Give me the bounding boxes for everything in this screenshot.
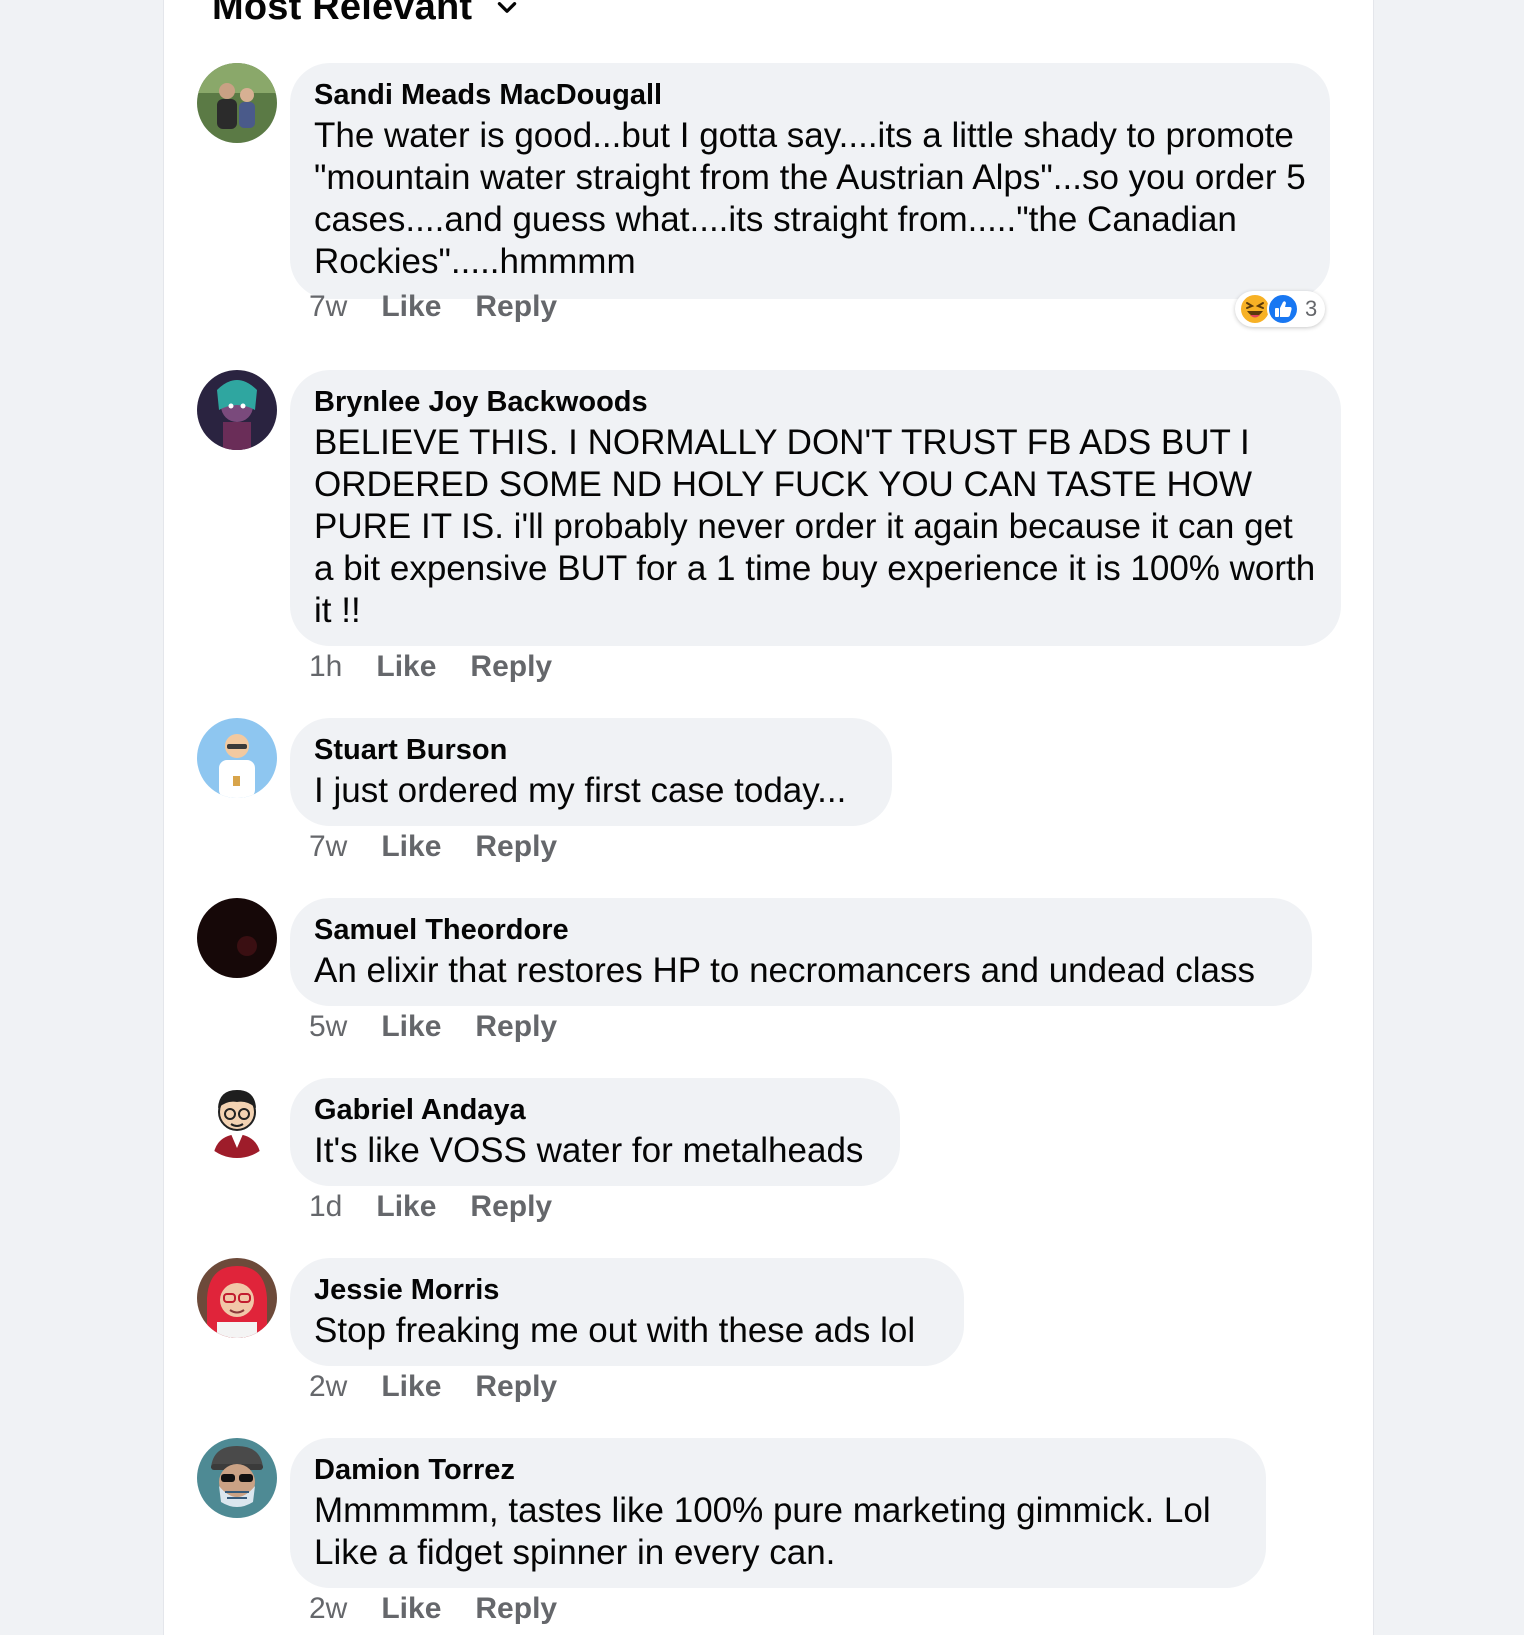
comment-actions: 7w Like Reply [309, 290, 557, 324]
comment-actions: 7w Like Reply [309, 830, 557, 864]
avatar[interactable] [197, 1258, 277, 1338]
comment-text: I just ordered my first case today... [314, 771, 847, 810]
comment-bubble: Sandi Meads MacDougall The water is good… [290, 63, 1330, 299]
comment-author[interactable]: Gabriel Andaya [314, 1092, 876, 1128]
avatar[interactable] [197, 1078, 277, 1158]
like-button[interactable]: Like [381, 290, 441, 324]
comment-bubble: Brynlee Joy Backwoods BELIEVE THIS. I NO… [290, 370, 1341, 646]
avatar[interactable] [197, 63, 277, 143]
like-button[interactable]: Like [376, 650, 436, 684]
avatar[interactable] [197, 1438, 277, 1518]
comment-timestamp[interactable]: 1h [309, 650, 342, 684]
like-thumb-icon [1267, 293, 1299, 325]
comment-bubble: Jessie Morris Stop freaking me out with … [290, 1258, 964, 1366]
sort-label: Most Relevant [212, 0, 473, 28]
comment-actions: 1d Like Reply [309, 1190, 552, 1224]
comment-text: Mmmmmm, tastes like 100% pure marketing … [314, 1491, 1211, 1572]
comment-author[interactable]: Jessie Morris [314, 1272, 940, 1308]
reply-button[interactable]: Reply [475, 1592, 557, 1626]
comment-timestamp[interactable]: 1d [309, 1190, 342, 1224]
comment-text: An elixir that restores HP to necromance… [314, 951, 1255, 990]
comment-actions: 1h Like Reply [309, 650, 552, 684]
comment-text: Stop freaking me out with these ads lol [314, 1311, 916, 1350]
reply-button[interactable]: Reply [470, 650, 552, 684]
reaction-summary[interactable]: 3 [1235, 291, 1326, 327]
reply-button[interactable]: Reply [475, 1010, 557, 1044]
comments-panel: Most Relevant Sandi Meads MacDougall The… [163, 0, 1374, 1635]
reply-button[interactable]: Reply [475, 290, 557, 324]
comment-timestamp[interactable]: 5w [309, 1010, 347, 1044]
like-button[interactable]: Like [381, 1592, 441, 1626]
comment-text: BELIEVE THIS. I NORMALLY DON'T TRUST FB … [314, 423, 1316, 630]
reply-button[interactable]: Reply [475, 1370, 557, 1404]
comment-author[interactable]: Damion Torrez [314, 1452, 1242, 1488]
like-button[interactable]: Like [381, 1370, 441, 1404]
comment-text: The water is good...but I gotta say....i… [314, 116, 1306, 281]
comment-bubble: Stuart Burson I just ordered my first ca… [290, 718, 892, 826]
comment-bubble: Damion Torrez Mmmmmm, tastes like 100% p… [290, 1438, 1266, 1588]
reaction-count: 3 [1305, 296, 1318, 321]
comment-actions: 5w Like Reply [309, 1010, 557, 1044]
comment-author[interactable]: Brynlee Joy Backwoods [314, 384, 1317, 420]
comment-timestamp[interactable]: 2w [309, 1370, 347, 1404]
reply-button[interactable]: Reply [475, 830, 557, 864]
like-button[interactable]: Like [381, 830, 441, 864]
comment-timestamp[interactable]: 2w [309, 1592, 347, 1626]
sort-dropdown[interactable]: Most Relevant [212, 0, 520, 29]
comment-timestamp[interactable]: 7w [309, 830, 347, 864]
comment-bubble: Gabriel Andaya It's like VOSS water for … [290, 1078, 900, 1186]
comment-timestamp[interactable]: 7w [309, 290, 347, 324]
comment-author[interactable]: Sandi Meads MacDougall [314, 77, 1306, 113]
like-button[interactable]: Like [376, 1190, 436, 1224]
comment-author[interactable]: Stuart Burson [314, 732, 868, 768]
comment-text: It's like VOSS water for metalheads [314, 1131, 864, 1170]
comment-bubble: Samuel Theordore An elixir that restores… [290, 898, 1312, 1006]
avatar[interactable] [197, 718, 277, 798]
avatar[interactable] [197, 370, 277, 450]
like-button[interactable]: Like [381, 1010, 441, 1044]
comment-author[interactable]: Samuel Theordore [314, 912, 1288, 948]
avatar[interactable] [197, 898, 277, 978]
comment-actions: 2w Like Reply [309, 1370, 557, 1404]
chevron-down-icon [498, 1, 517, 13]
reply-button[interactable]: Reply [470, 1190, 552, 1224]
comment-actions: 2w Like Reply [309, 1592, 557, 1626]
